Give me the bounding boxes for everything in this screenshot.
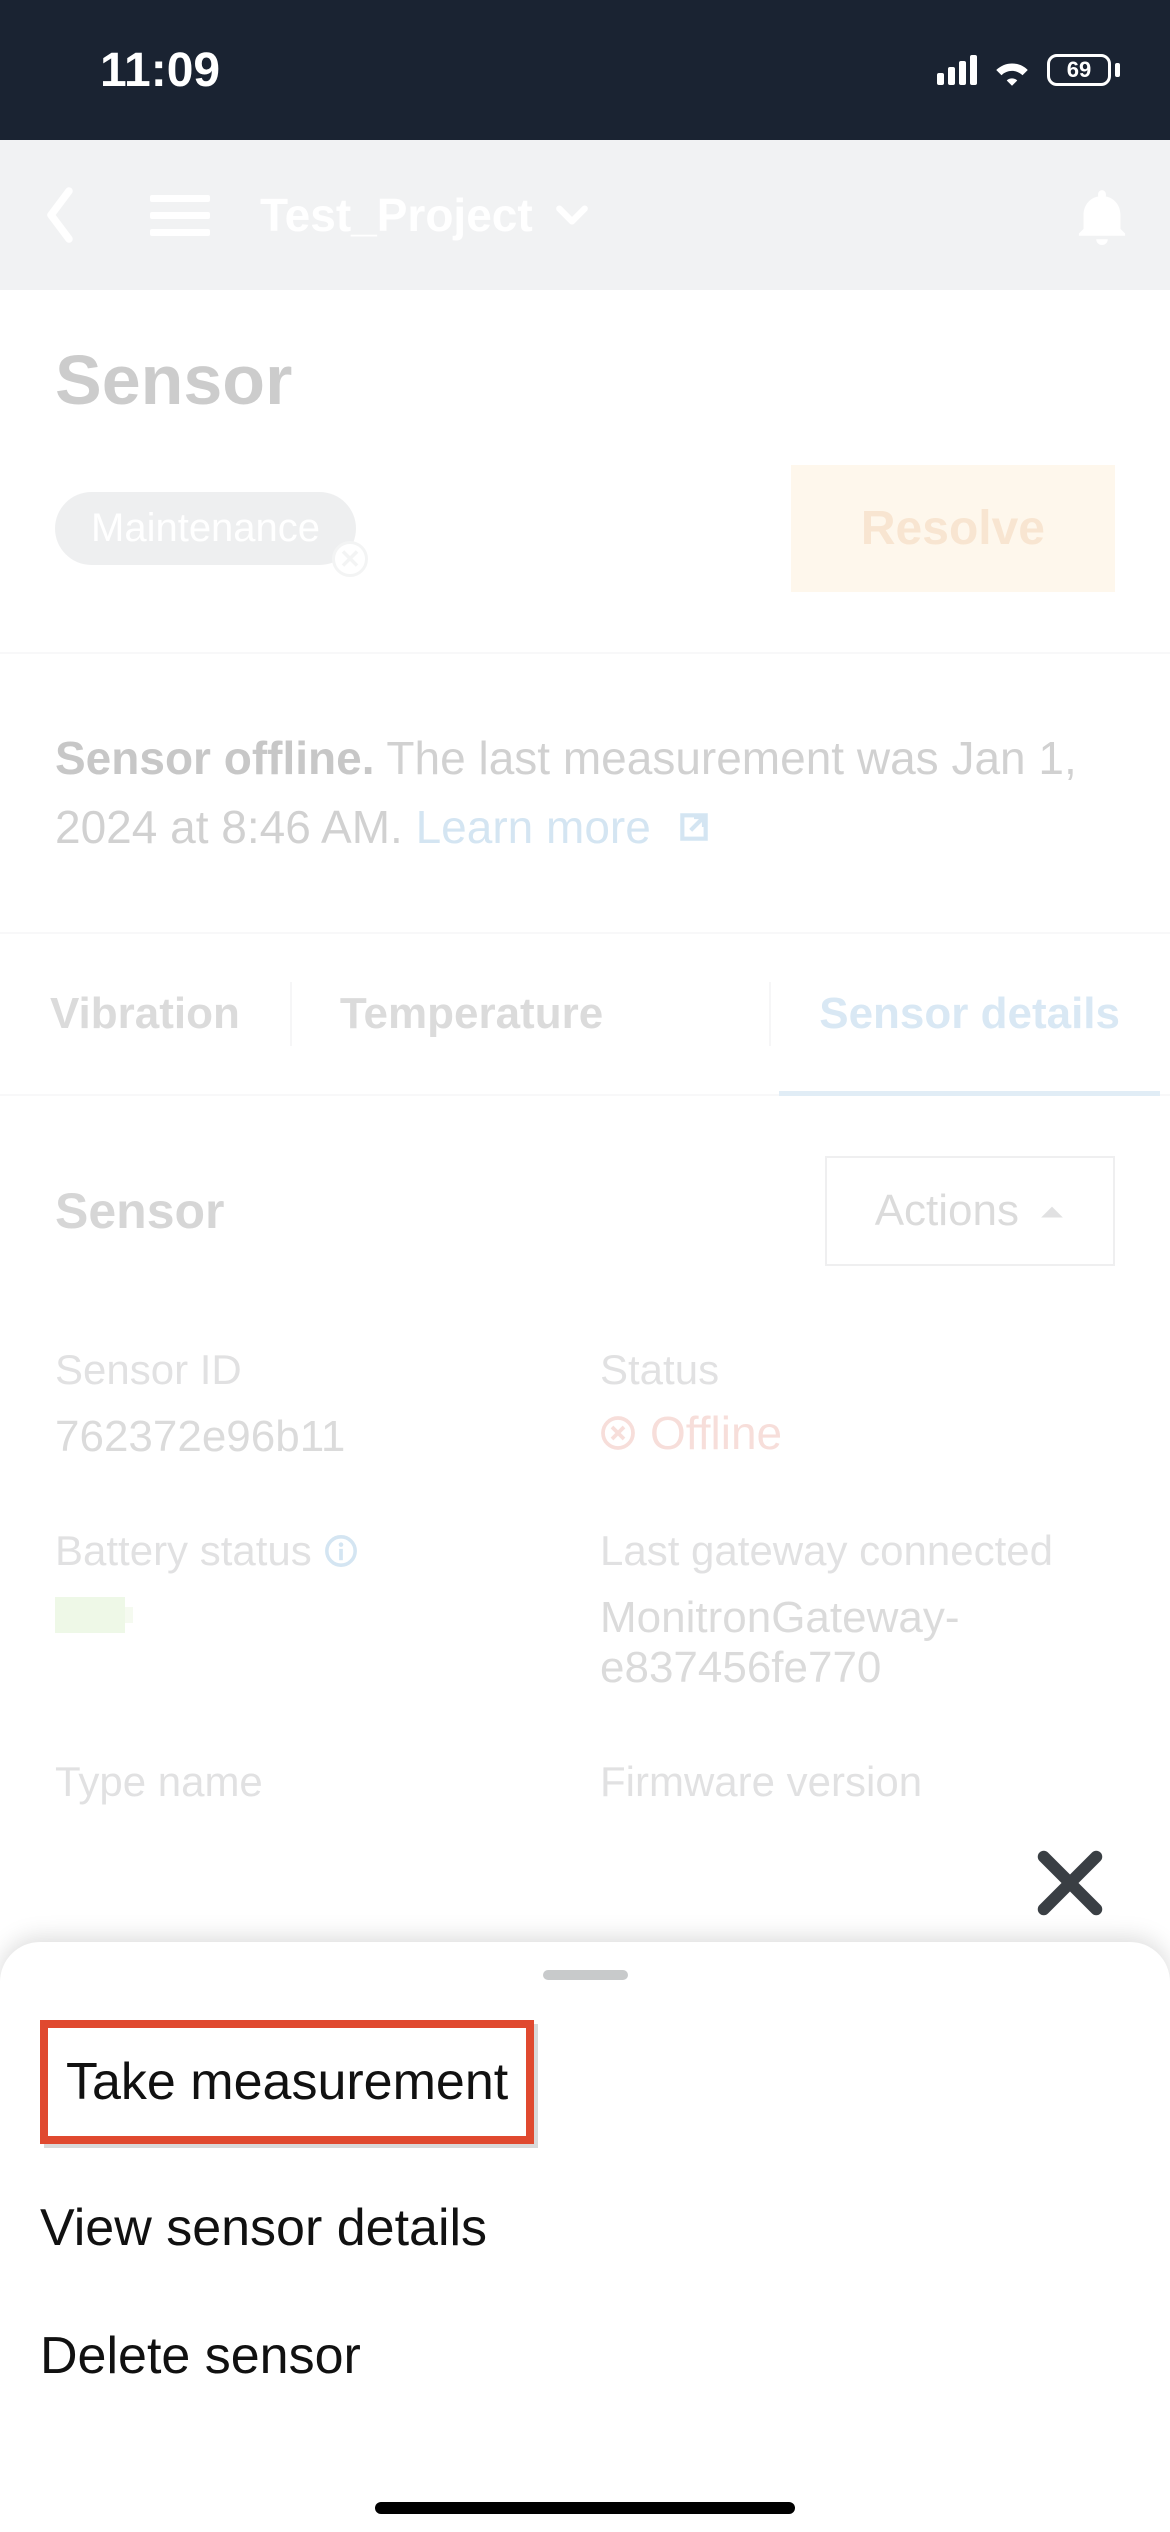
banner-bold: Sensor offline.: [55, 732, 374, 784]
back-icon[interactable]: [40, 185, 80, 245]
tab-vibration[interactable]: Vibration: [0, 934, 290, 1094]
resolve-button[interactable]: Resolve: [791, 465, 1115, 592]
status-badge: Maintenance: [55, 492, 356, 565]
menu-take-measurement[interactable]: Take measurement: [40, 2020, 534, 2144]
actions-button[interactable]: Actions: [825, 1156, 1115, 1266]
close-icon: [1025, 1838, 1115, 1928]
field-sensor-id: Sensor ID 762372e96b11: [55, 1346, 570, 1462]
project-selector[interactable]: Test_Project: [260, 188, 591, 242]
app-header: Test_Project: [0, 140, 1170, 290]
battery-percent: 69: [1047, 54, 1111, 86]
offline-icon: [600, 1415, 636, 1451]
tabs: Vibration Temperature Sensor details: [0, 934, 1170, 1096]
status-badge-wrap: Maintenance ✕: [55, 492, 356, 565]
field-gateway: Last gateway connected MonitronGateway-e…: [600, 1527, 1115, 1693]
sheet-grabber[interactable]: [543, 1970, 628, 1980]
tab-temperature[interactable]: Temperature: [290, 934, 653, 1094]
field-battery: Battery status: [55, 1527, 570, 1693]
page-title: Sensor: [55, 340, 1115, 420]
caret-up-icon: [1039, 1202, 1065, 1220]
battery-indicator: 69: [1047, 54, 1120, 86]
status-label: Status: [600, 1346, 1115, 1394]
field-status: Status Offline: [600, 1346, 1115, 1462]
menu-icon[interactable]: [150, 195, 210, 236]
firmware-label: Firmware version: [600, 1758, 1115, 1806]
battery-bar-icon: [55, 1597, 125, 1633]
battery-label: Battery status: [55, 1527, 570, 1575]
field-type: Type name: [55, 1758, 570, 1806]
menu-view-details[interactable]: View sensor details: [40, 2164, 1130, 2292]
status-time: 11:09: [100, 43, 220, 98]
wifi-icon: [991, 54, 1033, 86]
external-link-icon: [674, 807, 714, 847]
actions-label: Actions: [875, 1186, 1019, 1236]
offline-banner: Sensor offline. The last measurement was…: [0, 654, 1170, 934]
badge-remove-icon[interactable]: ✕: [332, 541, 368, 577]
menu-delete-sensor[interactable]: Delete sensor: [40, 2292, 1130, 2420]
status-indicators: 69: [937, 54, 1120, 86]
cell-signal-icon: [937, 55, 977, 85]
type-label: Type name: [55, 1758, 570, 1806]
info-icon[interactable]: [324, 1534, 358, 1568]
project-name: Test_Project: [260, 188, 533, 242]
home-indicator[interactable]: [375, 2502, 795, 2514]
status-bar: 11:09 69: [0, 0, 1170, 140]
sensor-id-label: Sensor ID: [55, 1346, 570, 1394]
learn-more-link[interactable]: Learn more: [416, 801, 714, 853]
tab-sensor-details[interactable]: Sensor details: [769, 934, 1170, 1094]
sensor-id-value: 762372e96b11: [55, 1412, 570, 1462]
field-firmware: Firmware version: [600, 1758, 1115, 1806]
gateway-value: MonitronGateway-e837456fe770: [600, 1593, 1115, 1693]
chevron-down-icon: [553, 202, 591, 228]
details-heading: Sensor: [55, 1182, 225, 1240]
gateway-label: Last gateway connected: [600, 1527, 1115, 1575]
status-value: Offline: [600, 1406, 1115, 1460]
bell-icon[interactable]: [1074, 185, 1130, 245]
close-button[interactable]: [1025, 1838, 1115, 1928]
actions-sheet: Take measurement View sensor details Del…: [0, 1942, 1170, 2532]
